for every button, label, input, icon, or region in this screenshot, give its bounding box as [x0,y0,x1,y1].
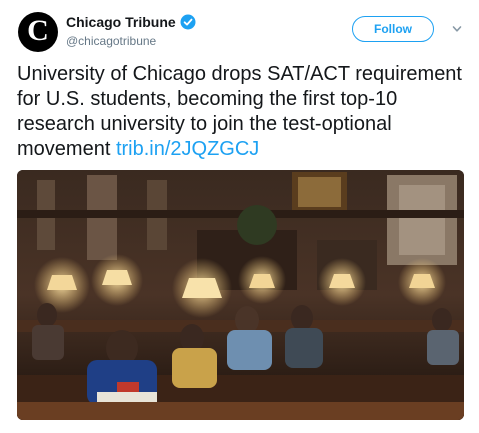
account-name-row: Chicago Tribune [66,14,196,30]
follow-button[interactable]: Follow [352,16,434,42]
tweet-photo[interactable] [17,170,464,420]
account-name[interactable]: Chicago Tribune [66,14,176,30]
tweet-link[interactable]: trib.in/2JQZGCJ [116,138,259,160]
chevron-down-icon[interactable] [452,24,462,34]
avatar-letter: C [27,14,49,47]
avatar[interactable]: C [18,12,58,52]
verified-badge-icon [180,14,196,30]
tweet-card: C Chicago Tribune @chicagotribune Follow… [0,0,479,433]
tweet-text: University of Chicago drops SAT/ACT requ… [17,62,462,162]
account-handle[interactable]: @chicagotribune [66,34,156,48]
reading-room-photo [17,170,464,420]
